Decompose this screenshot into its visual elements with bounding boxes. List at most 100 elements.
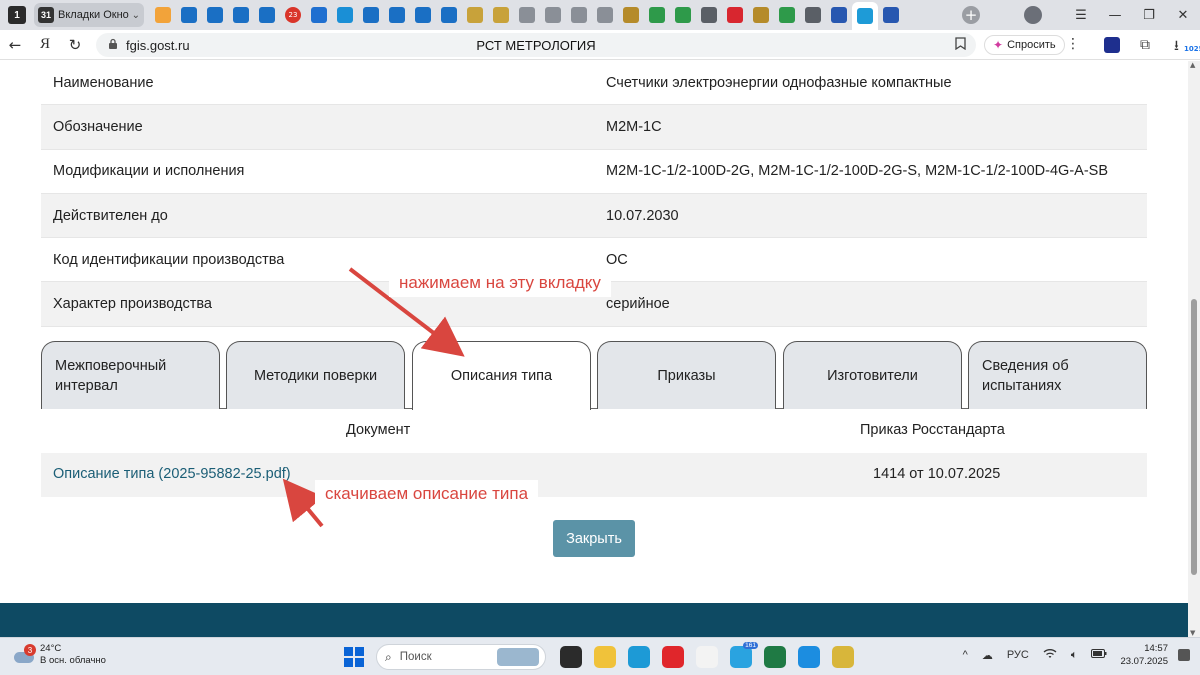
pinned-tab[interactable]: [644, 3, 670, 27]
lock-icon[interactable]: [108, 38, 118, 53]
tab-orders[interactable]: Приказы: [597, 341, 776, 409]
pinned-tab[interactable]: [202, 3, 228, 27]
tab-counter[interactable]: 1: [8, 6, 26, 24]
notification-icon[interactable]: [1178, 649, 1190, 661]
system-tray: ^ ☁ РУС 🔈︎ 14:57 23.07.2025: [956, 642, 1190, 668]
collections-icon[interactable]: ⧉: [1140, 37, 1150, 53]
pinned-tab[interactable]: [254, 3, 280, 27]
pinned-tab[interactable]: [800, 3, 826, 27]
volume-icon[interactable]: 🔈︎: [1071, 649, 1078, 662]
pinned-tab[interactable]: [436, 3, 462, 27]
language-indicator[interactable]: РУС: [1007, 649, 1029, 661]
pinned-tab[interactable]: [696, 3, 722, 27]
terminal-icon[interactable]: [560, 646, 582, 668]
tab-test-info[interactable]: Сведения об испытаниях: [968, 341, 1147, 409]
more-icon[interactable]: ⋮: [1066, 36, 1080, 52]
telegram-icon[interactable]: 161: [730, 642, 758, 668]
info-value: Счетчики электроэнергии однофазные компа…: [606, 74, 952, 91]
close-window-button[interactable]: ✕: [1166, 8, 1200, 23]
pinned-tab[interactable]: [176, 3, 202, 27]
pinned-tab[interactable]: [358, 3, 384, 27]
tab-verification-methods[interactable]: Методики поверки: [226, 341, 405, 409]
page-scrollbar[interactable]: ▲ ▼: [1188, 61, 1200, 637]
scroll-down-icon[interactable]: ▼: [1190, 629, 1195, 637]
minimize-button[interactable]: —: [1098, 8, 1132, 23]
tab-interval[interactable]: Межповерочный интервал: [41, 341, 220, 409]
app-icon: [311, 7, 327, 23]
pinned-tab[interactable]: [774, 3, 800, 27]
yandex-icon[interactable]: Я: [30, 36, 60, 53]
rst-icon: [363, 7, 379, 23]
notes-icon[interactable]: [832, 646, 854, 668]
folder-icon[interactable]: [594, 646, 616, 668]
back-button[interactable]: ←: [0, 36, 30, 54]
pinned-tab[interactable]: [150, 3, 176, 27]
pinned-tab[interactable]: [670, 3, 696, 27]
reload-button[interactable]: ↻: [60, 36, 90, 54]
tab-group-window[interactable]: 31 Вкладки Окно 1 ⌄: [34, 3, 144, 27]
extension-icon[interactable]: [1104, 37, 1120, 53]
pinned-tab[interactable]: [722, 3, 748, 27]
shield-icon: [337, 7, 353, 23]
info-key: Обозначение: [53, 118, 143, 135]
restore-button[interactable]: ❐: [1132, 8, 1166, 23]
info-row: Обозначение M2M-1C: [41, 105, 1147, 150]
pinned-tab[interactable]: [748, 3, 774, 27]
pinned-tab[interactable]: [618, 3, 644, 27]
pinned-tab[interactable]: [384, 3, 410, 27]
calendar-icon: 23: [285, 7, 301, 23]
pinned-tab[interactable]: [462, 3, 488, 27]
edge-icon[interactable]: [628, 646, 650, 668]
pinned-tab[interactable]: [488, 3, 514, 27]
type-description-download-link[interactable]: Описание типа (2025-95882-25.pdf): [53, 466, 291, 482]
ie-icon[interactable]: [798, 646, 820, 668]
tab-type-descriptions[interactable]: Описания типа: [412, 341, 591, 410]
url-field[interactable]: fgis.gost.ru РСТ МЕТРОЛОГИЯ: [96, 33, 976, 57]
emblem-icon: [493, 7, 509, 23]
chevron-down-icon[interactable]: ⌄: [132, 10, 140, 21]
scrollbar-thumb[interactable]: [1191, 299, 1197, 575]
bookmark-icon[interactable]: [955, 36, 966, 54]
rst-icon: [233, 7, 249, 23]
wifi-icon[interactable]: [1043, 648, 1057, 662]
pinned-tab[interactable]: [514, 3, 540, 27]
pinned-tab[interactable]: [566, 3, 592, 27]
weather-widget[interactable]: 3 24°C В осн. облачно: [12, 643, 106, 667]
plus-icon: [649, 7, 665, 23]
tab-manufacturers[interactable]: Изготовители: [783, 341, 962, 409]
rst-icon: [181, 7, 197, 23]
pinned-tab[interactable]: [410, 3, 436, 27]
calendar-icon: 31: [38, 7, 54, 23]
battery-icon[interactable]: [1091, 649, 1107, 661]
profile-avatar[interactable]: [1024, 6, 1042, 24]
pinned-tab[interactable]: 23: [280, 3, 306, 27]
info-row: Модификации и исполнения M2M-1C-1/2-100D-…: [41, 149, 1147, 194]
excel-icon[interactable]: [764, 646, 786, 668]
document-icon: [545, 7, 561, 23]
clock[interactable]: 14:57 23.07.2025: [1120, 642, 1168, 668]
close-button[interactable]: Закрыть: [553, 520, 635, 557]
pinned-tab[interactable]: [228, 3, 254, 27]
scroll-up-icon[interactable]: ▲: [1190, 61, 1195, 69]
downloads-icon[interactable]: ⭳1025: [1174, 35, 1200, 59]
windows-start-icon[interactable]: [344, 647, 364, 667]
menu-icon[interactable]: ☰: [1064, 8, 1098, 23]
pinned-tab[interactable]: [306, 3, 332, 27]
footer-band: [0, 603, 1188, 637]
pinned-tab[interactable]: [852, 2, 878, 30]
yandex-browser-icon[interactable]: [696, 646, 718, 668]
info-value: M2M-1C-1/2-100D-2G, M2M-1C-1/2-100D-2G-S…: [606, 163, 1108, 180]
taskbar-apps: ⌕ Поиск 161: [344, 642, 860, 670]
pinned-tab[interactable]: [826, 3, 852, 27]
taskbar-search[interactable]: ⌕ Поиск: [376, 644, 546, 670]
pinned-tab[interactable]: [878, 3, 904, 27]
new-tab-button[interactable]: +: [962, 6, 980, 24]
chevron-up-icon[interactable]: ^: [963, 649, 968, 661]
onedrive-cloud-icon[interactable]: ☁: [982, 649, 993, 662]
page-title: РСТ МЕТРОЛОГИЯ: [476, 37, 596, 53]
pinned-tab[interactable]: [592, 3, 618, 27]
ask-button[interactable]: ✦ Спросить: [984, 35, 1065, 55]
pinned-tab[interactable]: [332, 3, 358, 27]
pinned-tab[interactable]: [540, 3, 566, 27]
opera-icon[interactable]: [662, 646, 684, 668]
